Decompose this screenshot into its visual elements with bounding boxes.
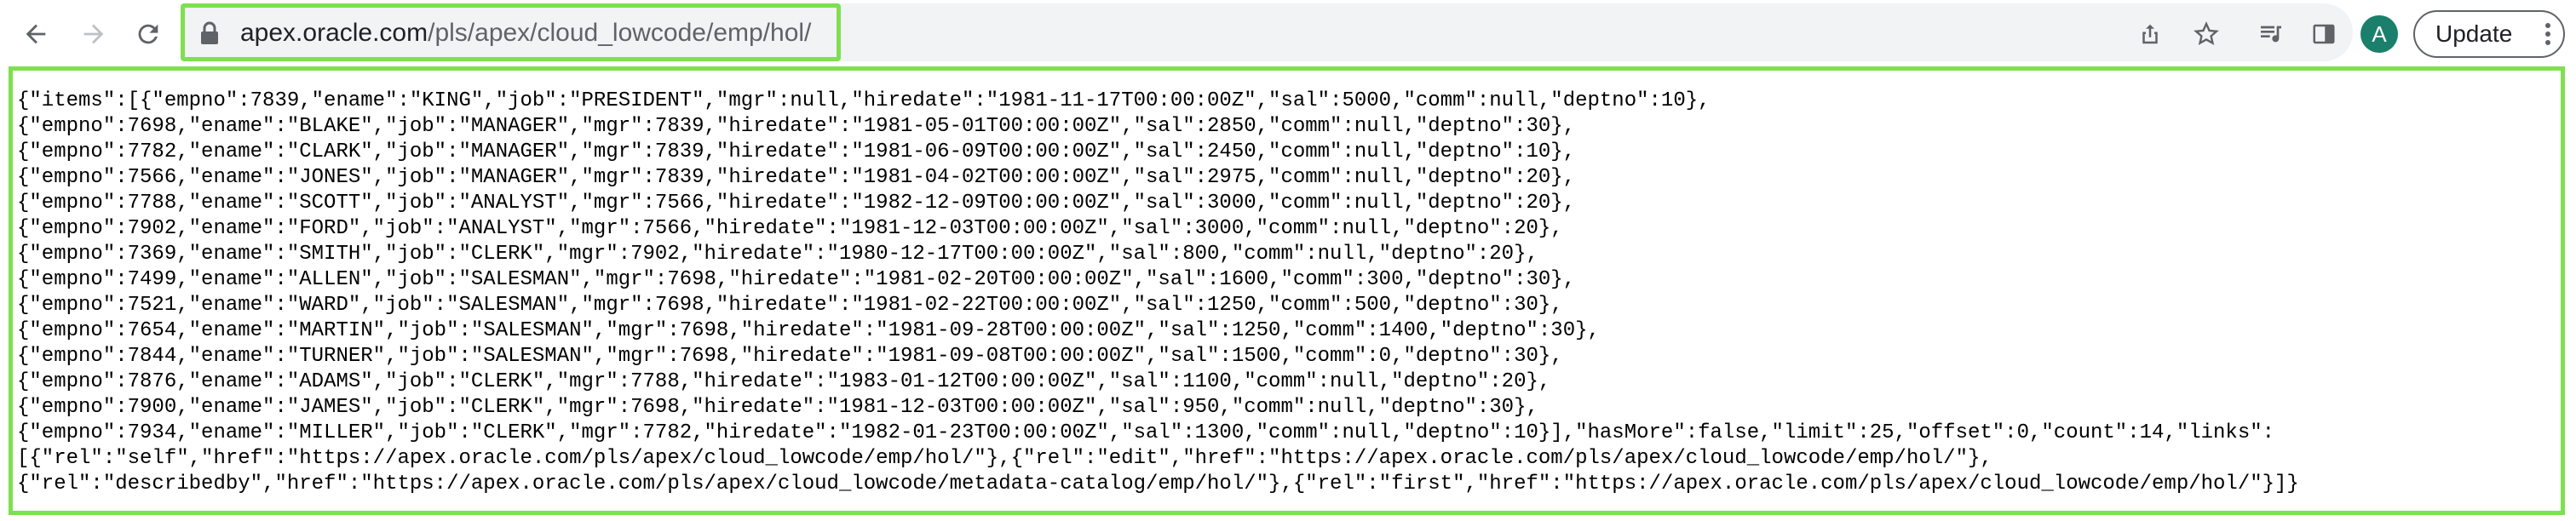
share-button[interactable] — [2131, 15, 2169, 53]
url-path: /pls/apex/cloud_lowcode/emp/hol/ — [428, 19, 812, 47]
json-line: {"empno":7788,"ename":"SCOTT","job":"ANA… — [17, 192, 1576, 215]
side-panel-icon — [2313, 24, 2335, 44]
profile-avatar[interactable]: A — [2360, 15, 2398, 53]
json-response: {"items":[{"empno":7839,"ename":"KING","… — [17, 89, 2299, 497]
json-line: {"empno":7698,"ename":"BLAKE","job":"MAN… — [17, 115, 1576, 138]
json-line: {"empno":7782,"ename":"CLARK","job":"MAN… — [17, 140, 1576, 163]
lock-icon[interactable] — [198, 20, 221, 46]
url-host: apex.oracle.com — [240, 19, 428, 47]
address-bar-url[interactable]: apex.oracle.com/pls/apex/cloud_lowcode/e… — [240, 18, 811, 49]
json-line: {"empno":7369,"ename":"SMITH","job":"CLE… — [17, 243, 1538, 266]
media-controls-button[interactable] — [2252, 15, 2290, 53]
json-line: [{"rel":"self","href":"https://apex.orac… — [17, 447, 1992, 470]
json-line: {"empno":7900,"ename":"JAMES","job":"CLE… — [17, 396, 1538, 419]
json-line: {"empno":7876,"ename":"ADAMS","job":"CLE… — [17, 370, 1551, 393]
playlist-icon — [2261, 26, 2281, 43]
more-vert-icon — [2545, 23, 2550, 45]
json-line: {"empno":7934,"ename":"MILLER","job":"CL… — [17, 421, 2275, 444]
json-line: {"empno":7902,"ename":"FORD","job":"ANAL… — [17, 217, 1563, 240]
reload-icon — [138, 24, 158, 44]
json-line: {"empno":7521,"ename":"WARD","job":"SALE… — [17, 294, 1563, 317]
back-button[interactable] — [17, 15, 55, 53]
forward-button[interactable] — [75, 15, 112, 53]
side-panel-button[interactable] — [2305, 15, 2343, 53]
json-line: {"rel":"describedby","href":"https://ape… — [17, 472, 2299, 495]
share-icon — [2142, 24, 2158, 44]
bookmark-button[interactable] — [2188, 15, 2225, 53]
star-icon — [2194, 21, 2219, 46]
json-line: {"empno":7844,"ename":"TURNER","job":"SA… — [17, 345, 1563, 368]
forward-arrow-icon — [83, 24, 104, 44]
update-button[interactable]: Update — [2413, 10, 2565, 58]
json-line: {"empno":7566,"ename":"JONES","job":"MAN… — [17, 166, 1576, 189]
json-line: {"empno":7654,"ename":"MARTIN","job":"SA… — [17, 319, 1600, 342]
json-line: {"empno":7499,"ename":"ALLEN","job":"SAL… — [17, 268, 1576, 291]
back-arrow-icon — [26, 24, 46, 44]
browser-toolbar: apex.oracle.com/pls/apex/cloud_lowcode/e… — [0, 0, 2576, 66]
json-line: {"items":[{"empno":7839,"ename":"KING","… — [17, 89, 1711, 112]
update-label: Update — [2435, 20, 2513, 47]
reload-button[interactable] — [129, 15, 167, 53]
